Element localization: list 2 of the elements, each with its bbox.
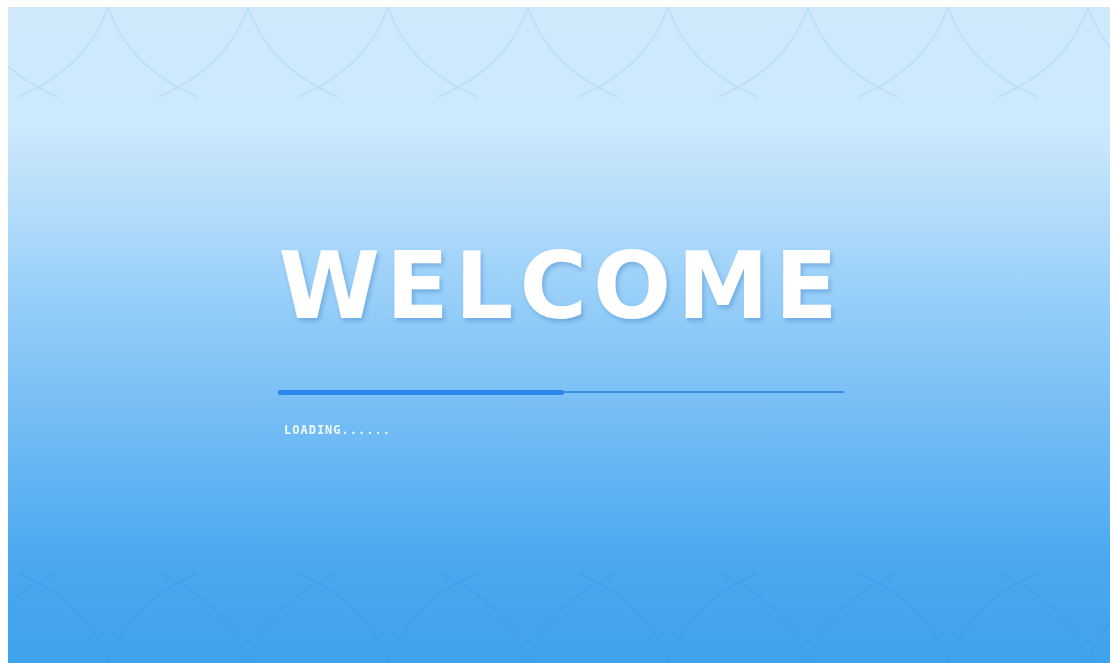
loading-label: LOADING...... [284, 423, 391, 437]
welcome-title: WELCOME [278, 237, 844, 337]
